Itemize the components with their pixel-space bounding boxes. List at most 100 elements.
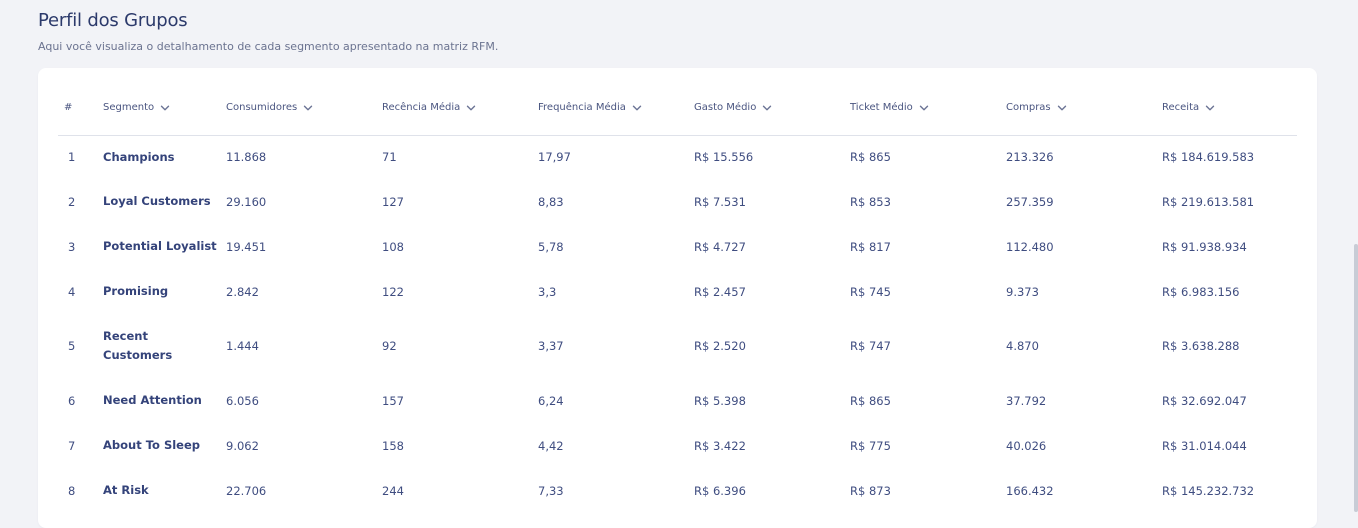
column-header-recencia[interactable]: Recência Média: [382, 68, 538, 136]
compras-cell: 112.480: [1006, 239, 1054, 254]
receita-cell: R$ 32.692.047: [1162, 393, 1247, 408]
segment-name: At Risk: [103, 483, 149, 497]
gasto-cell: R$ 2.520: [694, 339, 746, 353]
compras-cell: 213.326: [1006, 150, 1054, 165]
table-row: 7 About To Sleep 9.062 158 4,42 R$ 3.422…: [58, 423, 1297, 468]
frequencia-cell: 8,83: [538, 194, 564, 209]
receita-cell: R$ 145.232.732: [1162, 483, 1255, 498]
page-subtitle: Aqui você visualiza o detalhamento de ca…: [38, 40, 499, 53]
column-header-receita[interactable]: Receita: [1162, 68, 1297, 136]
compras-cell: 40.026: [1006, 438, 1047, 453]
segment-name: Need Attention: [103, 393, 202, 407]
consumidores-cell: 29.160: [226, 194, 267, 209]
ticket-cell: R$ 873: [850, 483, 891, 498]
receita-cell: R$ 31.014.044: [1162, 438, 1247, 453]
row-index: 5: [68, 339, 76, 353]
segment-name: Loyal Customers: [103, 194, 211, 208]
recencia-cell: 108: [382, 239, 404, 254]
ticket-cell: R$ 775: [850, 438, 891, 453]
page-title: Perfil dos Grupos: [38, 10, 188, 31]
chevron-down-icon[interactable]: [1205, 103, 1215, 113]
chevron-down-icon[interactable]: [303, 103, 313, 113]
frequencia-cell: 6,24: [538, 393, 564, 408]
consumidores-cell: 9.062: [226, 438, 259, 453]
chevron-down-icon[interactable]: [160, 103, 170, 113]
ticket-cell: R$ 865: [850, 150, 891, 165]
ticket-cell: R$ 745: [850, 284, 891, 299]
receita-cell: R$ 184.619.583: [1162, 150, 1255, 165]
compras-cell: 9.373: [1006, 284, 1039, 299]
column-header-gasto[interactable]: Gasto Médio: [694, 68, 850, 136]
frequencia-cell: 3,37: [538, 339, 564, 353]
column-header-frequencia[interactable]: Frequência Média: [538, 68, 694, 136]
chevron-down-icon[interactable]: [1057, 103, 1067, 113]
segments-table: # Segmento Consumidores Recência Média F…: [58, 68, 1297, 513]
frequencia-cell: 7,33: [538, 483, 564, 498]
recencia-cell: 71: [382, 150, 397, 165]
table-row: 6 Need Attention 6.056 157 6,24 R$ 5.398…: [58, 378, 1297, 423]
table-row: 4 Promising 2.842 122 3,3 R$ 2.457 R$ 74…: [58, 269, 1297, 314]
frequencia-cell: 5,78: [538, 239, 564, 254]
column-header-index: #: [58, 68, 103, 136]
consumidores-cell: 11.868: [226, 150, 267, 165]
segment-name: About To Sleep: [103, 438, 200, 452]
segment-name: Potential Loyalist: [103, 239, 217, 253]
table-row: 5 Recent Customers 1.444 92 3,37 R$ 2.52…: [58, 314, 1297, 378]
chevron-down-icon[interactable]: [762, 103, 772, 113]
table-row: 2 Loyal Customers 29.160 127 8,83 R$ 7.5…: [58, 179, 1297, 224]
row-index: 2: [68, 194, 76, 209]
column-header-segmento[interactable]: Segmento: [103, 68, 226, 136]
segment-name: Promising: [103, 284, 169, 298]
page-header: Perfil dos Grupos Aqui você visualiza o …: [38, 10, 498, 54]
consumidores-cell: 1.444: [226, 339, 259, 353]
frequencia-cell: 4,42: [538, 438, 564, 453]
compras-cell: 37.792: [1006, 393, 1047, 408]
segments-card: # Segmento Consumidores Recência Média F…: [38, 68, 1317, 528]
consumidores-cell: 2.842: [226, 284, 259, 299]
recencia-cell: 122: [382, 284, 404, 299]
ticket-cell: R$ 853: [850, 194, 891, 209]
row-index: 7: [68, 438, 76, 453]
gasto-cell: R$ 5.398: [694, 393, 746, 408]
gasto-cell: R$ 6.396: [694, 483, 746, 498]
row-index: 3: [68, 239, 76, 254]
gasto-cell: R$ 4.727: [694, 239, 746, 254]
consumidores-cell: 6.056: [226, 393, 259, 408]
consumidores-cell: 22.706: [226, 483, 267, 498]
chevron-down-icon[interactable]: [919, 103, 929, 113]
gasto-cell: R$ 7.531: [694, 194, 746, 209]
chevron-down-icon[interactable]: [632, 103, 642, 113]
receita-cell: R$ 3.638.288: [1162, 339, 1240, 353]
table-row: 8 At Risk 22.706 244 7,33 R$ 6.396 R$ 87…: [58, 468, 1297, 513]
receita-cell: R$ 219.613.581: [1162, 194, 1255, 209]
column-header-consumidores[interactable]: Consumidores: [226, 68, 382, 136]
segment-name: Champions: [103, 149, 175, 164]
compras-cell: 4.870: [1006, 339, 1039, 353]
recencia-cell: 92: [382, 339, 397, 353]
row-index: 8: [68, 483, 76, 498]
row-index: 6: [68, 393, 76, 408]
row-index: 1: [68, 150, 76, 165]
compras-cell: 257.359: [1006, 194, 1054, 209]
table-row: 1 Champions 11.868 71 17,97 R$ 15.556 R$…: [58, 135, 1297, 179]
column-header-ticket[interactable]: Ticket Médio: [850, 68, 1006, 136]
frequencia-cell: 3,3: [538, 284, 557, 299]
ticket-cell: R$ 817: [850, 239, 891, 254]
consumidores-cell: 19.451: [226, 239, 267, 254]
ticket-cell: R$ 865: [850, 393, 891, 408]
gasto-cell: R$ 15.556: [694, 150, 754, 165]
segment-name: Recent Customers: [103, 329, 173, 362]
row-index: 4: [68, 284, 76, 299]
recencia-cell: 244: [382, 483, 404, 498]
ticket-cell: R$ 747: [850, 339, 891, 353]
compras-cell: 166.432: [1006, 483, 1054, 498]
recencia-cell: 127: [382, 194, 404, 209]
page-scrollbar[interactable]: [1354, 244, 1358, 512]
column-header-compras[interactable]: Compras: [1006, 68, 1162, 136]
gasto-cell: R$ 3.422: [694, 438, 746, 453]
frequencia-cell: 17,97: [538, 150, 571, 165]
receita-cell: R$ 91.938.934: [1162, 239, 1247, 254]
table-row: 3 Potential Loyalist 19.451 108 5,78 R$ …: [58, 224, 1297, 269]
receita-cell: R$ 6.983.156: [1162, 284, 1240, 299]
chevron-down-icon[interactable]: [466, 103, 476, 113]
